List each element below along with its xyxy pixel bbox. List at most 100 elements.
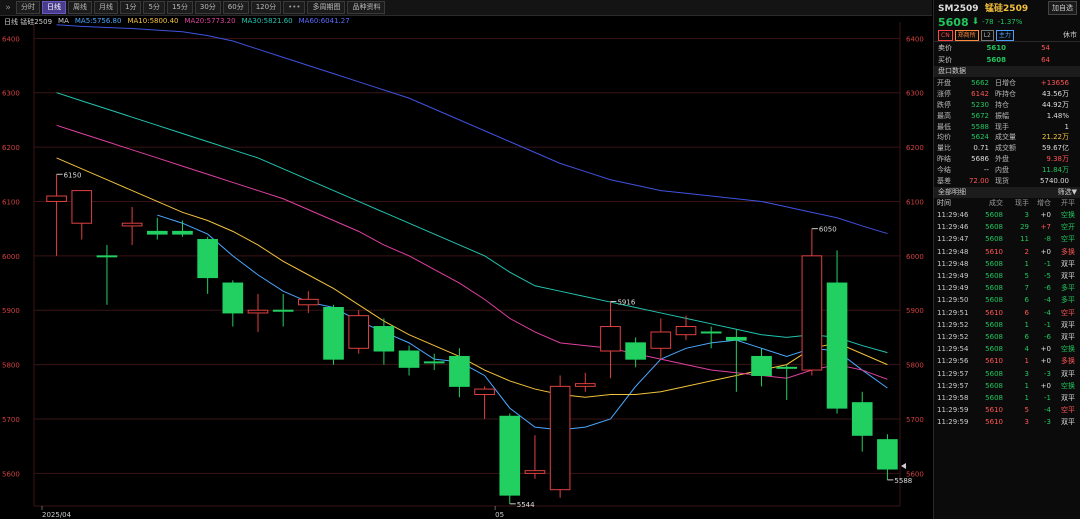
candle-body bbox=[96, 255, 118, 258]
ask-row: 卖价 5610 54 bbox=[934, 42, 1080, 54]
stat-label-2: 持仓 bbox=[995, 100, 1009, 109]
trade-cell: 11:29:46 bbox=[937, 211, 969, 220]
candle-body bbox=[700, 331, 722, 334]
period-tab-2[interactable]: 周线 bbox=[68, 1, 92, 14]
trades-header: 全部明细 筛选▼ bbox=[934, 186, 1080, 198]
stat-value-2: 44.92万 bbox=[1041, 100, 1069, 109]
trade-cell: 3 bbox=[1024, 211, 1029, 220]
candle-body bbox=[524, 470, 546, 474]
trade-cell: 1 bbox=[1024, 259, 1029, 268]
trade-cell: 1 bbox=[1024, 357, 1029, 366]
candlestick-chart[interactable]: 5600 5600 5700 5700 5800 5800 5900 5900 6000 6000… bbox=[0, 16, 932, 519]
stat-value-2: 1.48% bbox=[1046, 111, 1069, 120]
trade-cell: 5608 bbox=[985, 393, 1003, 402]
trades-col-1: 成交 bbox=[989, 199, 1003, 208]
trade-cell: 5610 bbox=[985, 247, 1003, 256]
trade-row: 11:29:59 5610 5 -4 空平 bbox=[934, 404, 1080, 416]
candle-body bbox=[298, 298, 319, 306]
trade-cell: 6 bbox=[1024, 296, 1029, 305]
candle-body bbox=[373, 326, 395, 352]
period-tab-10[interactable]: ••• bbox=[283, 1, 306, 14]
trade-cell: 5610 bbox=[985, 406, 1003, 415]
trade-cell: 5 bbox=[1024, 406, 1029, 415]
period-tab-3[interactable]: 月线 bbox=[94, 1, 118, 14]
trade-cell: +0 bbox=[1040, 247, 1051, 256]
trade-cell: 空开 bbox=[1061, 223, 1075, 232]
period-tab-4[interactable]: 1分 bbox=[120, 1, 142, 14]
trade-cell: 多换 bbox=[1061, 357, 1075, 366]
y-tick-label: 5800 bbox=[2, 362, 20, 370]
trades-filter-label: 筛选 bbox=[1057, 187, 1072, 196]
stat-label: 均价 bbox=[937, 133, 951, 142]
trades-column-header: 时间 成交 现手 增仓 开平 bbox=[934, 198, 1080, 209]
candle-body bbox=[323, 307, 344, 360]
period-tab-11[interactable]: 多周期图 bbox=[307, 1, 346, 14]
trade-cell: -4 bbox=[1044, 296, 1051, 305]
stat-row: 均价 5624 成交量 21.22万 bbox=[934, 132, 1080, 143]
trade-cell: 5610 bbox=[985, 308, 1003, 317]
legend-ma: MA bbox=[58, 17, 69, 25]
stat-label-2: 日增仓 bbox=[995, 79, 1016, 88]
trade-row: 11:29:57 5608 1 +0 空换 bbox=[934, 380, 1080, 392]
candle-body bbox=[423, 361, 445, 364]
trade-cell: 11:29:58 bbox=[937, 393, 969, 402]
collapse-icon[interactable]: » bbox=[2, 3, 14, 13]
down-arrow-icon: ⬇ bbox=[971, 17, 980, 27]
period-tab-8[interactable]: 60分 bbox=[222, 1, 249, 14]
market-data-header[interactable]: 盘口数据 bbox=[934, 66, 1080, 77]
period-tab-7[interactable]: 30分 bbox=[194, 1, 221, 14]
bid-ask: 卖价 5610 54 买价 5608 64 bbox=[934, 42, 1080, 66]
stat-label-2: 成交额 bbox=[995, 144, 1016, 153]
chart-canvas[interactable]: 5600 56005700 57005800 58005900 59006000 6000… bbox=[0, 16, 932, 519]
trade-cell: 双平 bbox=[1061, 272, 1075, 280]
trade-cell: -5 bbox=[1044, 272, 1051, 280]
period-tab-6[interactable]: 15分 bbox=[166, 1, 193, 14]
period-tab-0[interactable]: 分时 bbox=[16, 1, 40, 14]
trade-row: 11:29:50 5608 6 -4 多平 bbox=[934, 294, 1080, 306]
trade-cell: +7 bbox=[1040, 223, 1051, 232]
add-watchlist-button[interactable]: 加自选 bbox=[1048, 0, 1077, 15]
trade-cell: +0 bbox=[1040, 381, 1051, 390]
candle-body bbox=[172, 230, 193, 235]
stat-label: 最高 bbox=[937, 111, 951, 120]
x-tick-label: 05 bbox=[495, 511, 504, 519]
contract-tags: CN 郑商所 L2 主力 休市 bbox=[934, 29, 1080, 41]
chart-title: 日线 锰硅2509 bbox=[4, 18, 53, 26]
mark-label: 6150 bbox=[64, 171, 82, 179]
trade-cell: 多平 bbox=[1061, 284, 1075, 293]
trade-row: 11:29:52 5608 1 -1 双平 bbox=[934, 319, 1080, 331]
trade-cell: 空换 bbox=[1061, 211, 1075, 220]
trades-list[interactable]: 时间 成交 现手 增仓 开平 11:29:46 5608 3 +0 空换 11:29:46 5608… bbox=[934, 198, 1080, 428]
trade-cell: 11:29:59 bbox=[937, 406, 969, 415]
period-tab-9[interactable]: 120分 bbox=[250, 1, 282, 14]
stat-label-2: 现货 bbox=[995, 176, 1009, 185]
period-tab-5[interactable]: 5分 bbox=[143, 1, 165, 14]
stat-label: 昨结 bbox=[937, 154, 951, 163]
trades-filter-button[interactable]: 筛选▼ bbox=[1058, 187, 1077, 198]
trade-cell: 多平 bbox=[1061, 296, 1075, 305]
trade-cell: 5608 bbox=[985, 296, 1003, 305]
stat-label: 开盘 bbox=[937, 79, 951, 88]
trade-cell: 双平 bbox=[1061, 259, 1075, 268]
trade-cell: +0 bbox=[1040, 357, 1051, 366]
candle-body bbox=[751, 355, 772, 376]
trade-cell: 5610 bbox=[985, 357, 1003, 366]
trade-cell: 6 bbox=[1024, 308, 1029, 317]
trade-cell: 11:29:48 bbox=[937, 259, 969, 268]
stat-value: 0.71 bbox=[973, 144, 989, 153]
price-row: 5608 ⬇ -78 -1.37% bbox=[934, 15, 1080, 29]
period-tab-1[interactable]: 日线 bbox=[42, 1, 66, 14]
mark-label: 5544 bbox=[517, 501, 535, 509]
y-tick-label-right: 6100 bbox=[906, 198, 924, 206]
trade-cell: 11:29:46 bbox=[937, 223, 969, 232]
period-tab-12[interactable]: 品种资料 bbox=[347, 1, 386, 14]
stat-value-2: 21.22万 bbox=[1041, 133, 1069, 142]
bid-price: 5608 bbox=[986, 56, 1006, 64]
tag-exchange: 郑商所 bbox=[954, 29, 979, 41]
trade-cell: 空换 bbox=[1061, 381, 1075, 390]
stat-row: 最低 5588 现手 1 bbox=[934, 121, 1080, 132]
tag-cn: CN bbox=[938, 29, 953, 41]
candle-body bbox=[675, 326, 697, 336]
trades-title[interactable]: 全部明细 bbox=[938, 187, 966, 198]
trade-cell: 11:29:49 bbox=[937, 284, 969, 293]
